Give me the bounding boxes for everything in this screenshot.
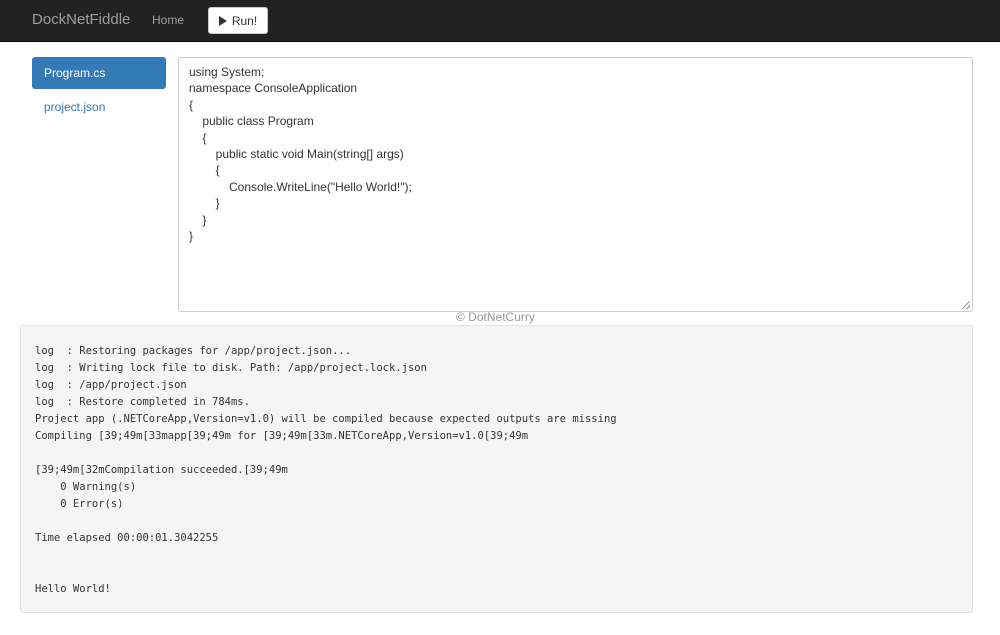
code-line: Console.WriteLine("Hello World!"); — [189, 179, 412, 194]
watermark: © DotNetCurry — [456, 310, 535, 324]
output-line: [39;49m[32mCompilation succeeded.[39;49m — [35, 464, 288, 476]
run-button[interactable]: Run! — [208, 7, 268, 34]
file-tab-program-cs[interactable]: Program.cs — [32, 57, 166, 89]
console-output: log : Restoring packages for /app/projec… — [20, 325, 973, 613]
brand-logo-text[interactable]: DockNetFiddle — [32, 11, 130, 29]
code-line: { — [189, 163, 220, 178]
file-list: Program.cs project.json — [32, 57, 166, 125]
code-line: } — [189, 212, 207, 227]
output-line: Time elapsed 00:00:01.3042255 — [35, 532, 219, 544]
code-line: public static void Main(string[] args) — [189, 146, 404, 161]
output-line: Compiling [39;49m[33mapp[39;49m for [39;… — [35, 430, 529, 442]
output-line: 0 Warning(s) — [35, 481, 137, 493]
code-line: { — [189, 130, 207, 145]
code-line: } — [189, 196, 220, 211]
output-line: log : Restoring packages for /app/projec… — [35, 345, 352, 357]
code-line: public class Program — [189, 114, 314, 129]
code-line: using System; — [189, 65, 265, 79]
output-line: log : /app/project.json — [35, 379, 187, 391]
code-line: } — [189, 228, 194, 243]
output-line: Project app (.NETCoreApp,Version=v1.0) w… — [35, 413, 617, 425]
file-tab-project-json[interactable]: project.json — [32, 91, 166, 123]
output-line: log : Restore completed in 784ms. — [35, 396, 250, 408]
output-line: Hello World! — [35, 583, 111, 595]
top-navbar: DockNetFiddle Home Run! — [0, 0, 1000, 42]
run-button-label: Run! — [231, 13, 258, 28]
output-line: log : Writing lock file to disk. Path: /… — [35, 362, 427, 374]
code-editor[interactable]: using System; namespace ConsoleApplicati… — [178, 57, 973, 312]
code-line: namespace ConsoleApplication — [189, 81, 358, 96]
code-line: { — [189, 97, 194, 112]
play-icon — [218, 15, 227, 26]
resize-grip-icon[interactable] — [962, 301, 970, 309]
output-line: 0 Error(s) — [35, 498, 124, 510]
nav-home-link[interactable]: Home — [152, 12, 184, 28]
